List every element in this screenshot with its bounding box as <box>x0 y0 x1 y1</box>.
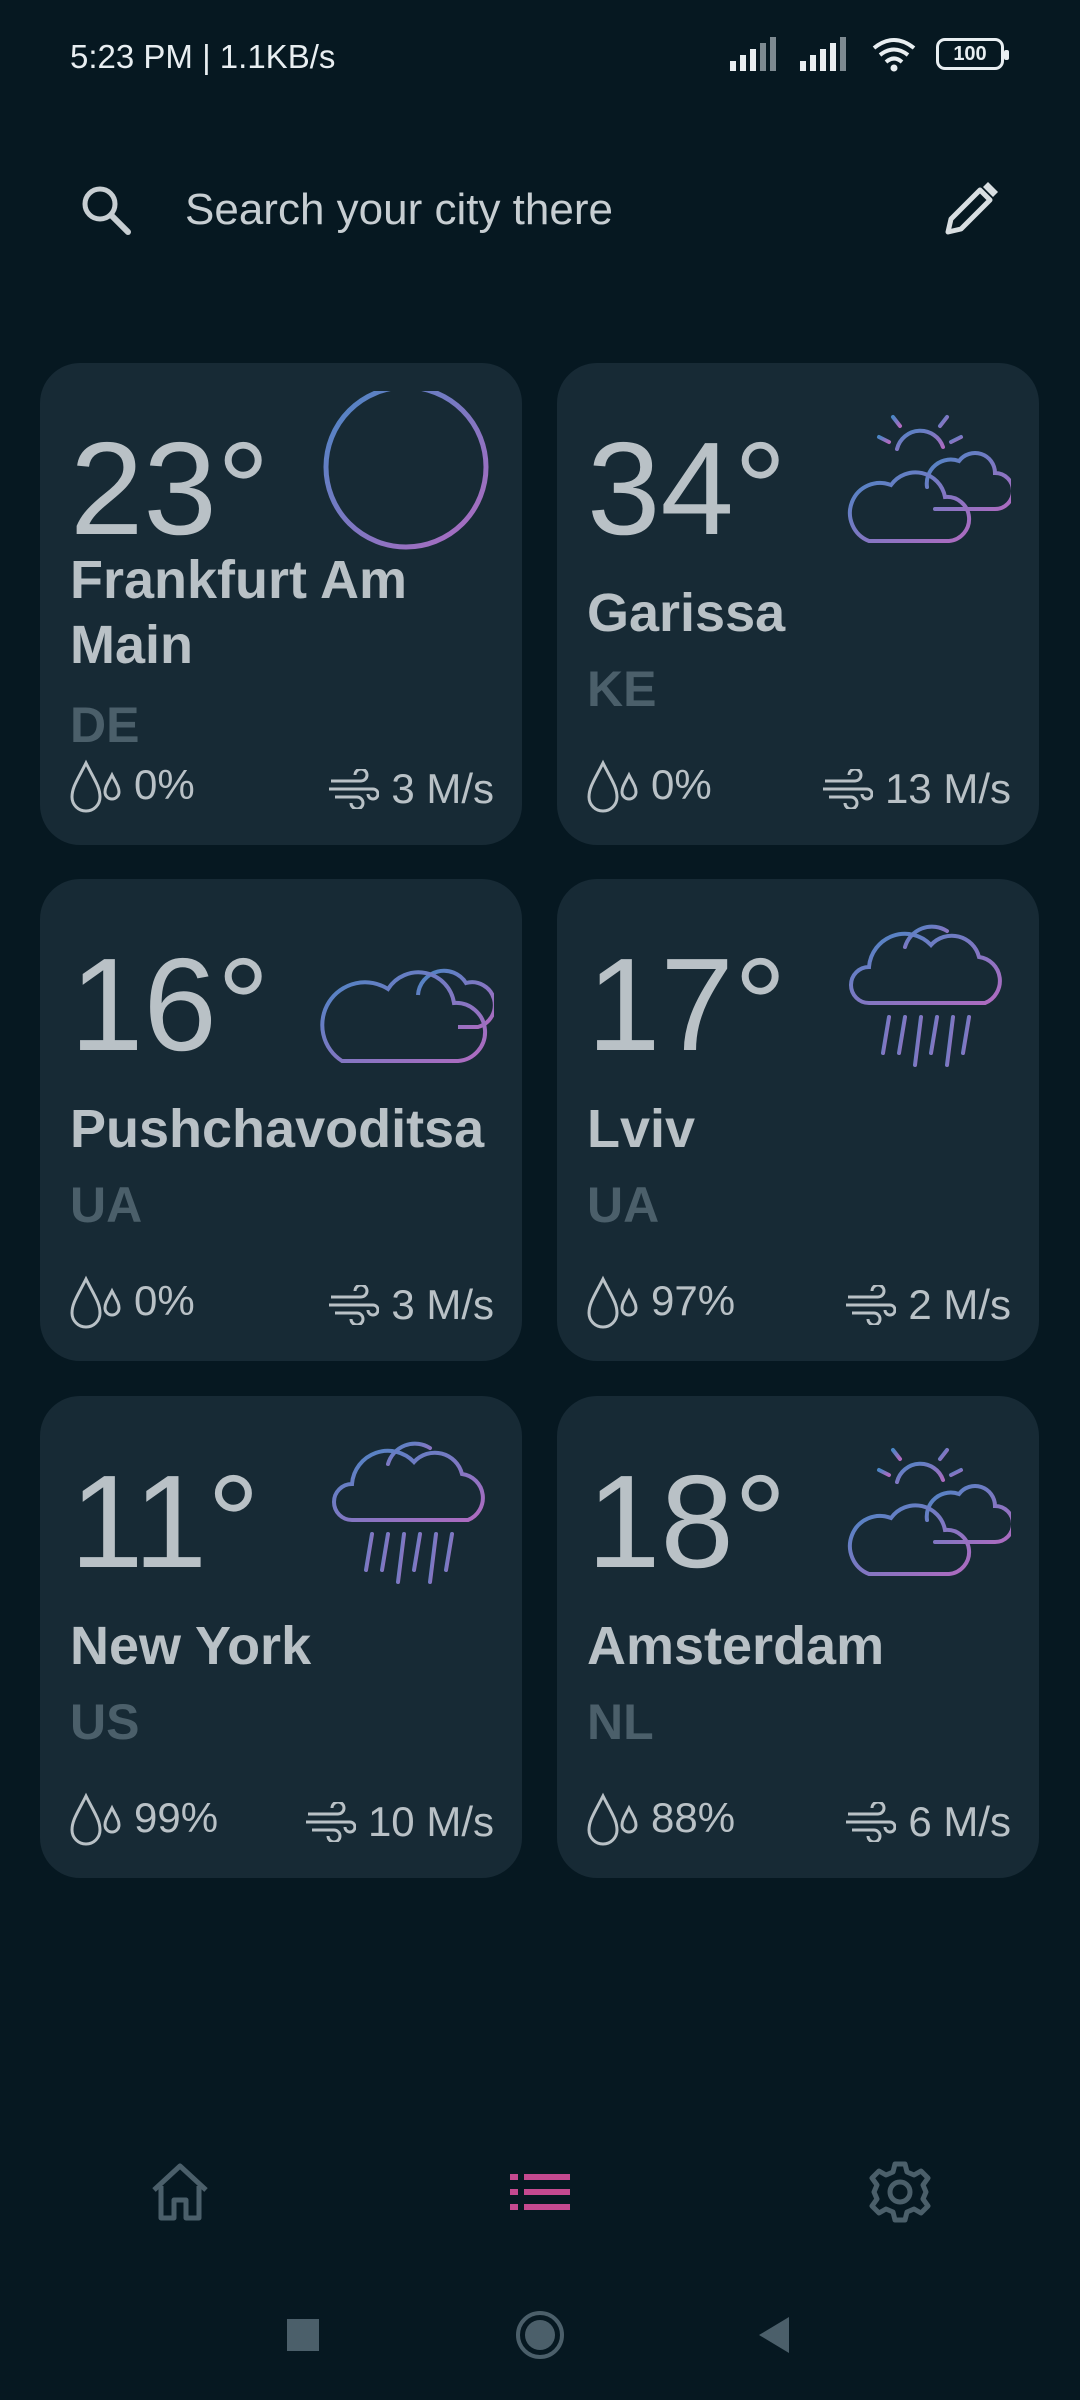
home-icon[interactable] <box>148 2160 212 2224</box>
wind-icon <box>305 1802 356 1842</box>
wind: 6 M/s <box>844 1798 1011 1846</box>
wind-icon <box>846 1285 897 1325</box>
search-icon[interactable] <box>76 180 136 240</box>
wind: 2 M/s <box>844 1281 1011 1329</box>
wind-icon <box>822 769 873 809</box>
signal-icon <box>730 37 776 71</box>
city-name: New York <box>70 1616 312 1676</box>
humidity: 99% <box>68 1790 218 1846</box>
country-code: US <box>70 1694 140 1750</box>
humidity-icon <box>70 759 121 813</box>
wind-icon <box>329 1285 380 1325</box>
city-card[interactable]: 34° Garissa KE 0% 13 M/s <box>557 363 1039 845</box>
temperature: 11° <box>70 1448 260 1595</box>
humidity-value: 0% <box>134 1277 195 1324</box>
city-name: Frankfurt Am Main <box>70 550 408 675</box>
wind-value: 3 M/s <box>391 1281 494 1328</box>
humidity-icon <box>587 1792 638 1846</box>
humidity-value: 99% <box>134 1794 219 1841</box>
humidity-value: 97% <box>651 1277 736 1324</box>
clear-sky-icon <box>323 391 489 550</box>
humidity-value: 0% <box>134 761 195 808</box>
battery-icon: 100 <box>936 38 1009 70</box>
humidity-icon <box>70 1275 121 1329</box>
humidity: 0% <box>68 757 195 813</box>
country-code: NL <box>587 1694 654 1750</box>
partly-cloudy-icon <box>847 1436 1011 1576</box>
signal-icon <box>800 37 846 71</box>
humidity: 97% <box>585 1273 735 1329</box>
rain-icon <box>332 1441 485 1584</box>
country-code: DE <box>70 697 140 753</box>
humidity: 0% <box>585 757 712 813</box>
wind-value: 10 M/s <box>367 1798 494 1845</box>
city-name: Garissa <box>587 583 786 643</box>
temperature: 23° <box>70 415 270 562</box>
rain-icon <box>849 924 1002 1067</box>
city-name: Pushchavoditsa <box>70 1099 485 1159</box>
city-card[interactable]: 18° Amsterdam NL 88% 6 M/s <box>557 1396 1039 1878</box>
recent-apps-icon[interactable] <box>283 2315 323 2355</box>
temperature: 18° <box>587 1448 787 1595</box>
status-time: 5:23 PM | 1.1KB/s <box>70 38 336 75</box>
wind-icon <box>846 1802 897 1842</box>
wind-value: 3 M/s <box>391 765 494 812</box>
city-card[interactable]: 16° Pushchavoditsa UA 0% 3 M/s <box>40 879 522 1361</box>
status-icons: 100 <box>730 36 1009 72</box>
humidity-icon <box>70 1792 121 1846</box>
bottom-navigation <box>0 2150 1080 2230</box>
system-navigation <box>0 2295 1080 2375</box>
wind-value: 2 M/s <box>908 1281 1011 1328</box>
wind: 3 M/s <box>327 1281 494 1329</box>
wind-value: 13 M/s <box>884 765 1011 812</box>
edit-icon[interactable] <box>938 178 1002 242</box>
city-name: Lviv <box>587 1099 696 1159</box>
country-code: UA <box>587 1177 660 1233</box>
humidity: 0% <box>68 1273 195 1329</box>
wind: 10 M/s <box>304 1798 494 1846</box>
humidity-icon <box>587 759 638 813</box>
temperature: 34° <box>587 415 787 562</box>
wifi-icon <box>872 38 916 72</box>
wind-icon <box>329 769 380 809</box>
country-code: UA <box>70 1177 143 1233</box>
home-circle-icon[interactable] <box>514 2309 566 2361</box>
city-card[interactable]: 17° Lviv UA 97% 2 M/s <box>557 879 1039 1361</box>
wind: 13 M/s <box>821 765 1011 813</box>
search-bar <box>48 150 1032 270</box>
back-icon[interactable] <box>755 2315 795 2355</box>
country-code: KE <box>587 661 657 717</box>
status-bar: 5:23 PM | 1.1KB/s 100 <box>0 0 1080 120</box>
cloudy-icon <box>320 968 494 1063</box>
humidity-value: 0% <box>651 761 712 808</box>
list-icon[interactable] <box>508 2160 572 2224</box>
partly-cloudy-icon <box>847 403 1011 543</box>
city-card[interactable]: 23° Frankfurt Am Main DE 0% 3 M/s <box>40 363 522 845</box>
humidity-icon <box>587 1275 638 1329</box>
humidity: 88% <box>585 1790 735 1846</box>
temperature: 16° <box>70 931 270 1078</box>
humidity-value: 88% <box>651 1794 736 1841</box>
city-name: Amsterdam <box>587 1616 885 1676</box>
temperature: 17° <box>587 931 787 1078</box>
settings-icon[interactable] <box>868 2160 932 2224</box>
city-card[interactable]: 11° New York US 99% 10 M/s <box>40 1396 522 1878</box>
wind-value: 6 M/s <box>908 1798 1011 1845</box>
wind: 3 M/s <box>327 765 494 813</box>
search-input[interactable] <box>185 178 885 242</box>
